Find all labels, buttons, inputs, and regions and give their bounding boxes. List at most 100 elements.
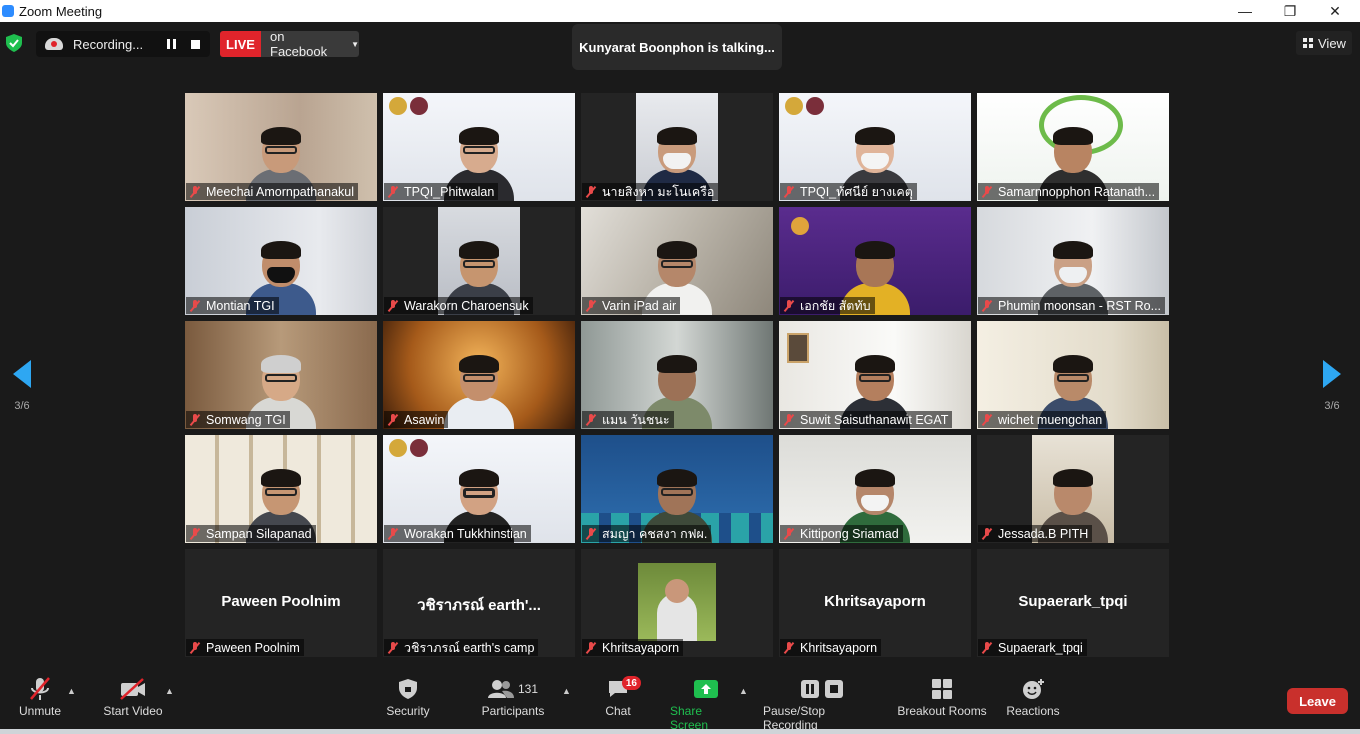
close-button[interactable]: ✕ <box>1312 0 1358 22</box>
participant-name: TPQI_ทัศนีย์ ยางเคตุ <box>800 184 913 199</box>
live-badge: LIVE <box>220 31 261 57</box>
video-tile[interactable]: นายสิงหา มะโนเครือ <box>581 93 773 201</box>
participant-display-name: Paween Poolnim <box>221 593 341 610</box>
participants-button[interactable]: 131 Participants <box>480 674 546 718</box>
participant-name: wichet muengchan <box>998 412 1103 427</box>
arrow-left-icon <box>13 360 31 388</box>
video-tile[interactable]: Warakorn Charoensuk <box>383 207 575 315</box>
previous-page-button[interactable]: 3/6 <box>8 360 36 420</box>
participants-count: 131 <box>517 682 539 696</box>
zoom-meeting-window: Zoom Meeting — ❐ ✕ Recording... LIVE on … <box>0 0 1360 734</box>
breakout-rooms-label: Breakout Rooms <box>897 704 987 718</box>
video-tile[interactable]: Suwit Saisuthanawit EGAT <box>779 321 971 429</box>
muted-mic-icon <box>585 185 597 198</box>
video-tile[interactable]: Khritsayaporn <box>581 549 773 657</box>
participant-nameplate: TPQI_Phitwalan <box>384 183 499 200</box>
maximize-button[interactable]: ❐ <box>1267 0 1313 22</box>
muted-mic-icon <box>585 527 597 540</box>
video-tile-no-video[interactable]: Khritsayaporn Khritsayaporn <box>779 549 971 657</box>
participant-nameplate: Suwit Saisuthanawit EGAT <box>780 411 953 428</box>
meeting-toolbar: Unmute ▲ Start Video ▲ Security 131 Part… <box>0 668 1360 734</box>
chat-button[interactable]: 16 Chat <box>600 674 641 718</box>
share-screen-label: Share Screen <box>670 704 709 732</box>
pause-recording-icon[interactable] <box>167 39 179 49</box>
muted-mic-icon <box>981 299 993 312</box>
video-tile[interactable]: Phumin moonsan - RST Ro... <box>977 207 1169 315</box>
video-tile[interactable]: Samarnnopphon Ratanath... <box>977 93 1169 201</box>
video-tile[interactable]: Kittipong Sriamad <box>779 435 971 543</box>
window-title: Zoom Meeting <box>19 3 103 19</box>
reactions-label: Reactions <box>1006 704 1060 718</box>
encryption-shield-icon[interactable] <box>6 34 22 52</box>
video-tile[interactable]: แมน วันชนะ <box>581 321 773 429</box>
leave-button[interactable]: Leave <box>1287 688 1348 714</box>
audio-options-caret-icon[interactable]: ▲ <box>67 686 76 696</box>
org-logo-icon <box>389 439 407 457</box>
muted-mic-icon <box>585 641 597 654</box>
grid-view-icon <box>1303 38 1313 48</box>
participants-options-caret-icon[interactable]: ▲ <box>562 686 571 696</box>
participant-name: Phumin moonsan - RST Ro... <box>998 298 1162 313</box>
recording-indicator: Recording... <box>36 31 210 57</box>
page-indicator-left: 3/6 <box>14 400 30 412</box>
muted-mic-icon <box>387 185 399 198</box>
participant-nameplate: Varin iPad air <box>582 297 681 314</box>
share-options-caret-icon[interactable]: ▲ <box>739 686 748 696</box>
security-button[interactable]: Security <box>383 674 433 718</box>
view-label: View <box>1318 35 1346 51</box>
pause-stop-recording-button[interactable]: Pause/Stop Recording <box>763 674 883 732</box>
video-tile[interactable]: Worakan Tukkhinstian <box>383 435 575 543</box>
minimize-button[interactable]: — <box>1222 0 1268 22</box>
security-shield-icon <box>399 679 417 699</box>
live-target-label: on Facebook <box>270 29 328 59</box>
video-tile[interactable]: TPQI_Phitwalan <box>383 93 575 201</box>
zoom-app-icon <box>2 5 14 17</box>
participant-name: Paween Poolnim <box>206 640 300 655</box>
muted-mic-icon <box>783 641 795 654</box>
org-logo-icon <box>791 217 809 235</box>
wall-frame <box>787 333 809 363</box>
muted-mic-icon <box>981 413 993 426</box>
video-tile[interactable]: Montian TGI <box>185 207 377 315</box>
share-screen-icon <box>694 680 718 698</box>
video-tile-no-video[interactable]: Supaerark_tpqi Supaerark_tpqi <box>977 549 1169 657</box>
video-tile[interactable]: Somwang TGI <box>185 321 377 429</box>
video-tile[interactable]: Varin iPad air <box>581 207 773 315</box>
participant-nameplate: Phumin moonsan - RST Ro... <box>978 297 1166 314</box>
live-stream-dropdown[interactable]: on Facebook ▼ <box>261 29 359 59</box>
org-logo-icon <box>806 97 824 115</box>
pause-stop-icon <box>801 680 843 698</box>
reactions-button[interactable]: Reactions <box>1005 674 1061 718</box>
next-page-button[interactable]: 3/6 <box>1318 360 1346 420</box>
participant-nameplate: Somwang TGI <box>186 411 290 428</box>
participant-nameplate: วชิราภรณ์ earth's camp <box>384 639 539 656</box>
share-screen-button[interactable]: Share Screen <box>670 674 742 732</box>
muted-mic-icon <box>783 185 795 198</box>
participant-name: Warakorn Charoensuk <box>404 298 529 313</box>
participant-name: Kittipong Sriamad <box>800 526 899 541</box>
start-video-button[interactable]: Start Video <box>101 674 165 718</box>
video-tile[interactable]: Sampan Silapanad <box>185 435 377 543</box>
video-tile[interactable]: สมญา คชสงา กฟผ. <box>581 435 773 543</box>
video-tile-no-video[interactable]: Paween Poolnim Paween Poolnim <box>185 549 377 657</box>
cloud-recording-icon <box>45 38 63 50</box>
video-tile[interactable]: wichet muengchan <box>977 321 1169 429</box>
video-tile-no-video[interactable]: วชิราภรณ์ earth'... วชิราภรณ์ earth's ca… <box>383 549 575 657</box>
unmute-button[interactable]: Unmute <box>16 674 64 718</box>
video-tile[interactable]: Asawin <box>383 321 575 429</box>
participant-nameplate: Warakorn Charoensuk <box>384 297 533 314</box>
participant-nameplate: Khritsayaporn <box>582 639 684 656</box>
video-tile[interactable]: TPQI_ทัศนีย์ ยางเคตุ <box>779 93 971 201</box>
muted-mic-icon <box>189 413 201 426</box>
muted-mic-icon <box>585 299 597 312</box>
breakout-rooms-button[interactable]: Breakout Rooms <box>897 674 987 718</box>
video-options-caret-icon[interactable]: ▲ <box>165 686 174 696</box>
video-tile[interactable]: เอกชัย สัตทับ <box>779 207 971 315</box>
participant-display-name: Supaerark_tpqi <box>1018 593 1128 610</box>
video-tile[interactable]: Jessada.B PITH <box>977 435 1169 543</box>
org-logo-icon <box>389 97 407 115</box>
video-tile[interactable]: Meechai Amornpathanakul <box>185 93 377 201</box>
stop-recording-icon[interactable] <box>191 39 200 49</box>
view-button[interactable]: View <box>1296 31 1352 55</box>
participant-display-name: วชิราภรณ์ earth'... <box>417 597 541 614</box>
